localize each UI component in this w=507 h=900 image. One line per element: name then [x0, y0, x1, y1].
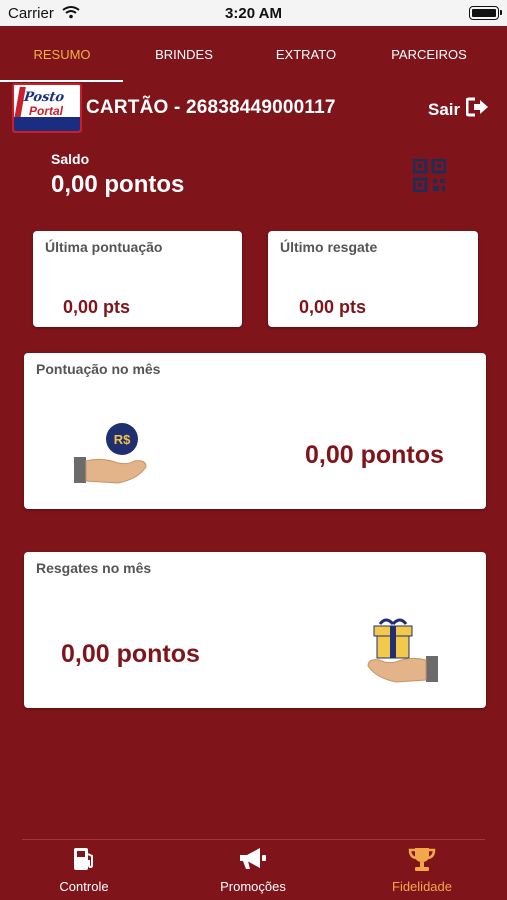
last-redeem-value: 0,00 pts	[299, 297, 367, 317]
megaphone-icon	[238, 848, 268, 875]
coin-label: R$	[114, 432, 131, 447]
nav-controle-label: Controle	[59, 879, 109, 894]
tab-parceiros[interactable]: PARCEIROS	[379, 47, 479, 62]
nav-fidelidade-label: Fidelidade	[392, 879, 452, 894]
monthly-redeems-value: 0,00 pontos	[61, 640, 200, 668]
logout-label: Sair	[428, 99, 461, 119]
last-points-title: Última pontuação	[45, 239, 163, 255]
monthly-points-card: Pontuação no mês R$ 0,00 pontos	[24, 353, 486, 509]
tab-brindes[interactable]: BRINDES	[134, 47, 234, 62]
logo-text-posto: Posto	[22, 90, 66, 105]
nav-controle[interactable]: Controle	[34, 846, 134, 894]
balance-value: 0,00 pontos	[51, 171, 185, 198]
top-tabs: RESUMO BRINDES EXTRATO PARCEIROS	[0, 26, 507, 82]
nav-promocoes-label: Promoções	[220, 879, 286, 894]
last-redeem-title: Último resgate	[280, 239, 378, 255]
nav-promocoes[interactable]: Promoções	[203, 846, 303, 894]
qr-code-icon[interactable]	[412, 158, 447, 193]
fuel-pump-icon	[71, 848, 97, 875]
posto-portal-logo: Posto Portal	[12, 83, 82, 133]
card-title: CARTÃO - 26838449000117	[86, 97, 336, 118]
last-points-value: 0,00 pts	[63, 297, 131, 317]
monthly-points-title: Pontuação no mês	[36, 361, 161, 377]
status-bar: Carrier 3:20 AM	[0, 0, 507, 26]
monthly-redeems-title: Resgates no mês	[36, 560, 152, 576]
tab-resumo[interactable]: RESUMO	[12, 47, 112, 62]
trophy-icon	[408, 848, 436, 875]
bottom-navigation: Controle Promoções Fidelidade	[22, 839, 485, 900]
last-redeem-card: Último resgate 0,00 pts	[268, 231, 478, 327]
monthly-points-value: 0,00 pontos	[305, 441, 444, 469]
last-points-card: Última pontuação 0,00 pts	[33, 231, 242, 327]
monthly-redeems-card: Resgates no mês 0,00 pontos	[24, 552, 486, 708]
hand-coin-icon: R$	[72, 421, 152, 496]
status-time: 3:20 AM	[225, 5, 282, 22]
logout-button[interactable]: Sair	[428, 97, 490, 122]
card-header: Posto Portal CARTÃO - 26838449000117 Sai…	[0, 83, 507, 135]
hand-gift-icon	[362, 618, 442, 695]
active-tab-indicator	[0, 80, 123, 82]
logo-text-portal: Portal	[29, 104, 64, 118]
sign-out-icon	[465, 97, 490, 122]
balance-label: Saldo	[51, 151, 90, 167]
battery-icon	[469, 6, 502, 20]
tab-extrato[interactable]: EXTRATO	[256, 47, 356, 62]
nav-fidelidade[interactable]: Fidelidade	[372, 846, 472, 894]
